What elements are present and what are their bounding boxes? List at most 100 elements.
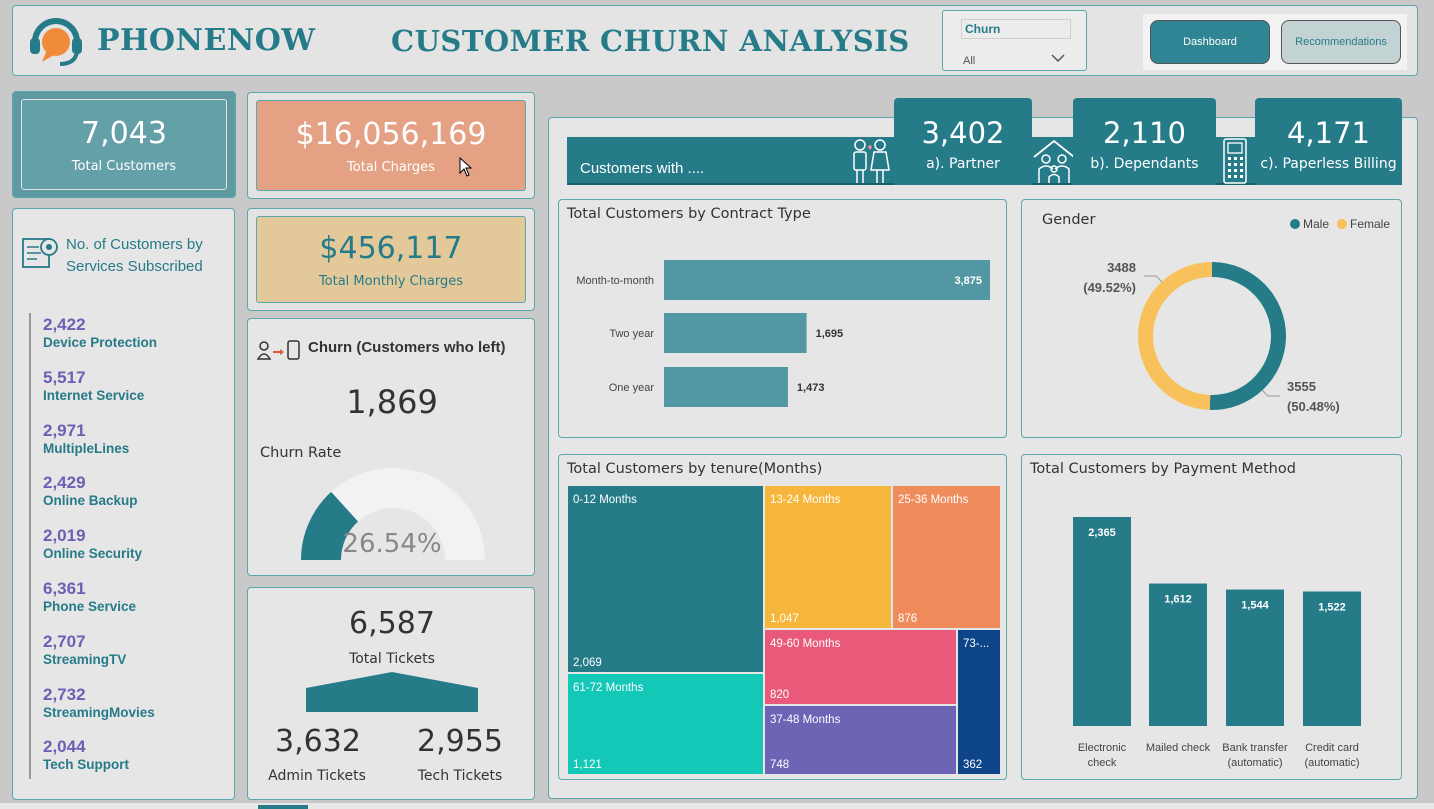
churn-panel: Churn (Customers who left) 1,869 Churn R… — [247, 318, 535, 576]
total-customers-value: 7,043 — [81, 115, 167, 151]
services-subscribed-panel: No. of Customers by Services Subscribed … — [12, 208, 235, 800]
recommendations-button[interactable]: Recommendations — [1281, 20, 1401, 64]
treemap-cell-value: 748 — [770, 759, 789, 771]
service-item: 2,429 Online Backup — [43, 473, 138, 508]
female-leader-line — [1144, 275, 1163, 283]
churn-title: Churn (Customers who left) — [308, 339, 506, 356]
service-count: 2,429 — [43, 473, 86, 493]
partner-card: 3,402 a). Partner — [894, 98, 1032, 185]
treemap-cell[interactable] — [568, 486, 763, 672]
service-label: MultipleLines — [43, 440, 130, 456]
total-charges-value: $16,056,169 — [295, 116, 487, 152]
churn-count-value: 1,869 — [346, 383, 438, 421]
paperless-billing-label: c). Paperless Billing — [1260, 156, 1397, 172]
contract-value-label: 1,695 — [816, 328, 844, 340]
service-count: 2,044 — [43, 737, 86, 757]
treemap-cell[interactable] — [958, 630, 1000, 774]
male-leader-line — [1261, 389, 1280, 397]
gender-slice-female[interactable] — [1137, 262, 1212, 410]
service-item: 5,517 Internet Service — [43, 368, 144, 403]
customers-with-header: Customers with .... — [580, 160, 705, 177]
services-divider — [29, 313, 31, 779]
service-item: 2,732 StreamingMovies — [43, 685, 155, 720]
churn-slicer[interactable]: Churn All — [942, 10, 1087, 71]
chevron-down-icon[interactable] — [1051, 51, 1065, 67]
treemap-cell-value: 362 — [963, 759, 982, 771]
partner-label: a). Partner — [926, 156, 1000, 172]
dependants-label: b). Dependants — [1090, 156, 1199, 172]
treemap-cell-value: 2,069 — [573, 657, 602, 669]
slicer-selected-value[interactable]: All — [963, 55, 975, 67]
headset-logo-icon — [27, 14, 85, 68]
family-icon — [1030, 137, 1078, 185]
treemap-cell-name: 61-72 Months — [573, 682, 644, 694]
treemap-cell-name: 13-24 Months — [770, 494, 841, 506]
header-bar: PHONENOW CUSTOMER CHURN ANALYSIS Churn A… — [12, 5, 1418, 76]
service-count: 2,971 — [43, 420, 86, 440]
service-label: StreamingTV — [43, 651, 127, 667]
contract-bar[interactable] — [664, 313, 807, 353]
male-count-label: 3555 — [1287, 379, 1316, 394]
mouse-cursor-icon — [459, 156, 473, 181]
service-count: 2,422 — [43, 315, 86, 334]
active-page-tab[interactable] — [258, 805, 308, 809]
payment-value-label: 2,365 — [1088, 527, 1116, 539]
total-charges-label: Total Charges — [347, 159, 435, 175]
service-count: 2,707 — [43, 631, 86, 651]
tickets-panel: 6,587 Total Tickets 3,632 Admin Tickets … — [247, 587, 535, 800]
service-label: Internet Service — [43, 387, 145, 403]
service-count: 5,517 — [43, 367, 86, 387]
contract-bar[interactable] — [664, 367, 788, 407]
paperless-billing-value: 4,171 — [1286, 116, 1371, 150]
payment-category-label: Mailed check — [1146, 742, 1211, 754]
service-count: 6,361 — [43, 579, 86, 598]
payment-bar[interactable] — [1073, 517, 1131, 726]
page-title: CUSTOMER CHURN ANALYSIS — [391, 24, 910, 58]
total-monthly-charges-value: $456,117 — [319, 230, 463, 266]
dependants-value: 2,110 — [1102, 116, 1187, 150]
treemap-cell-value: 876 — [898, 613, 917, 625]
service-item: 2,019 Online Security — [43, 526, 142, 561]
partner-value: 3,402 — [921, 116, 1005, 150]
admin-tickets-label: Admin Tickets — [268, 768, 366, 784]
payment-bars: 2,365 Electronic check 1,612 Mailed check 1,5… — [1073, 517, 1361, 769]
couple-icon — [846, 137, 894, 185]
treemap-cell-value: 1,047 — [770, 613, 799, 625]
gender-donut: Male Female 3488 (49.52%) 3555 (50.48%) — [1083, 217, 1390, 414]
total-customers-card: 7,043 Total Customers — [12, 91, 236, 198]
tech-tickets-label: Tech Tickets — [417, 768, 503, 784]
service-count: 2,019 — [43, 526, 86, 546]
tenure-treemap-chart: Total Customers by tenure(Months) 0-12 M… — [558, 454, 1007, 780]
treemap-cell-name: 37-48 Months — [770, 714, 841, 726]
dependants-card: 2,110 b). Dependants — [1073, 98, 1216, 185]
treemap-cell-name: 73-... — [963, 638, 989, 650]
total-charges-card: $16,056,169 Total Charges — [247, 92, 535, 199]
payment-method-chart: Total Customers by Payment Method 2,365 E… — [1021, 454, 1402, 780]
payment-value-label: 1,522 — [1318, 601, 1346, 613]
female-count-label: 3488 — [1107, 260, 1136, 275]
services-title: No. of Customers by Services Subscribed — [66, 236, 203, 275]
service-count: 2,732 — [43, 684, 86, 704]
treemap-cell-name: 0-12 Months — [573, 494, 637, 506]
churn-rate-value: 26.54% — [342, 529, 442, 559]
contract-bar[interactable] — [664, 260, 990, 300]
contract-category-label: One year — [609, 382, 655, 394]
gender-slice-male[interactable] — [1209, 262, 1286, 410]
services-icon — [21, 233, 61, 275]
payment-category-label: Bank transfer (automatic) — [1222, 742, 1288, 769]
service-item: 2,044 Tech Support — [43, 737, 129, 772]
dashboard-button[interactable]: Dashboard — [1150, 20, 1270, 64]
contract-value-label: 1,473 — [797, 382, 825, 394]
tech-tickets-value: 2,955 — [417, 724, 503, 759]
service-item: 2,707 StreamingTV — [43, 632, 126, 667]
treemap-cell-name: 25-36 Months — [898, 494, 969, 506]
customer-leaving-icon — [256, 339, 302, 365]
treemap-cell[interactable] — [893, 486, 1000, 628]
contract-category-label: Month-to-month — [576, 275, 654, 287]
service-label: Online Security — [43, 546, 143, 562]
treemap-cell[interactable] — [765, 486, 891, 628]
total-tickets-label: Total Tickets — [349, 651, 435, 667]
payment-value-label: 1,612 — [1164, 594, 1192, 606]
legend-male-swatch — [1290, 219, 1300, 229]
service-label: StreamingMovies — [43, 704, 155, 720]
